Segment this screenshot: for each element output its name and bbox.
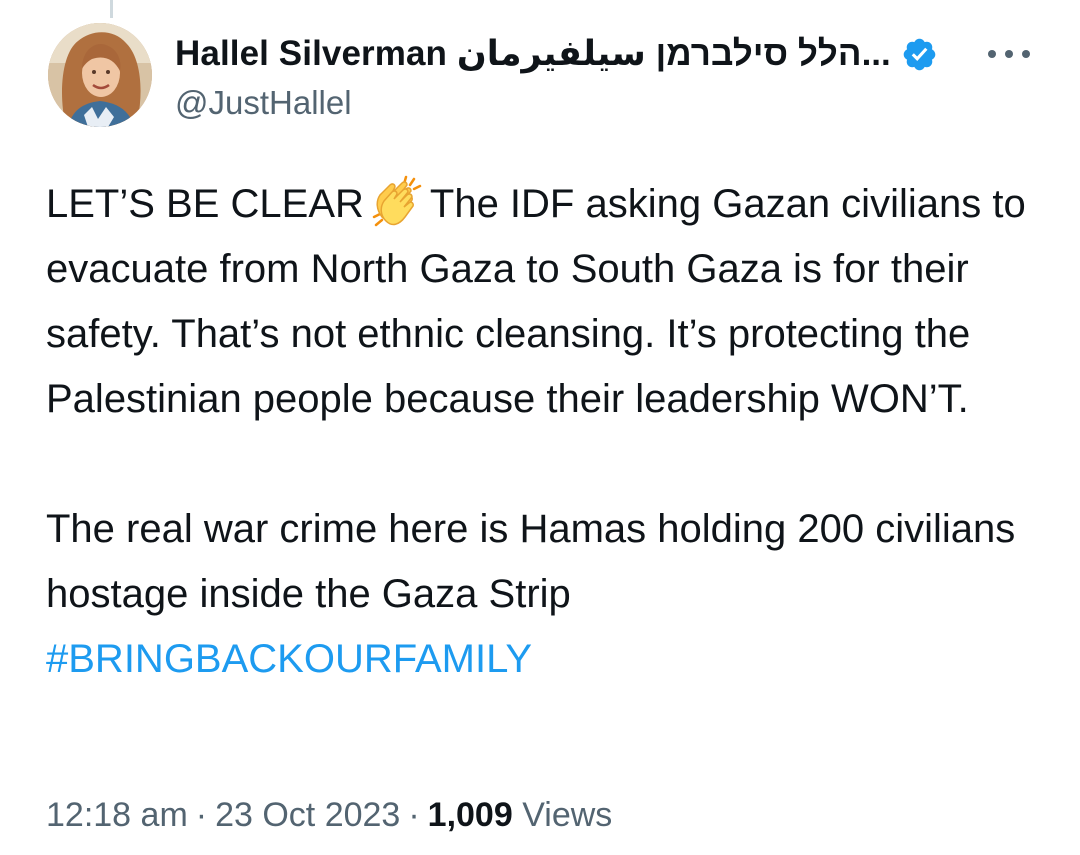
tweet-metadata: 12:18 am · 23 Oct 2023 · 1,009 Views bbox=[46, 796, 612, 835]
author-display-name[interactable]: Hallel Silverman הלל סילברמן سيلفيرمان..… bbox=[175, 34, 891, 74]
avatar[interactable] bbox=[48, 23, 152, 127]
tweet-paragraph-3: #BRINGBACKOURFAMILY bbox=[46, 627, 1046, 692]
author-name-row: Hallel Silverman הלל סילברמן سيلفيرمان..… bbox=[175, 30, 938, 78]
tweet: Hallel Silverman הלל סילברמן سيلفيرمان..… bbox=[0, 0, 1080, 855]
tweet-headline: LET’S BE CLEAR bbox=[46, 182, 364, 226]
more-options-button[interactable] bbox=[984, 36, 1034, 72]
tweet-date[interactable]: 23 Oct 2023 bbox=[215, 796, 400, 834]
hashtag-link[interactable]: #BRINGBACKOURFAMILY bbox=[46, 637, 532, 681]
ellipsis-icon bbox=[988, 50, 1030, 58]
views-label: Views bbox=[522, 796, 613, 834]
verified-badge-icon[interactable] bbox=[901, 36, 938, 73]
profile-photo-icon bbox=[48, 23, 152, 127]
tweet-time[interactable]: 12:18 am bbox=[46, 796, 188, 834]
clapping-hands-emoji-icon bbox=[368, 173, 426, 229]
meta-separator: · bbox=[408, 796, 420, 834]
views-count: 1,009 bbox=[427, 796, 513, 834]
meta-separator: · bbox=[195, 796, 208, 834]
author-handle[interactable]: @JustHallel bbox=[175, 84, 352, 122]
tweet-paragraph-1: LET’S BE CLEAR The IDF asking Gazan civi… bbox=[46, 172, 1046, 432]
tweet-paragraph-2-text: The real war crime here is Hamas holding… bbox=[46, 507, 1016, 616]
tweet-paragraph-2: The real war crime here is Hamas holding… bbox=[46, 497, 1046, 627]
tweet-text: LET’S BE CLEAR The IDF asking Gazan civi… bbox=[46, 172, 1046, 692]
